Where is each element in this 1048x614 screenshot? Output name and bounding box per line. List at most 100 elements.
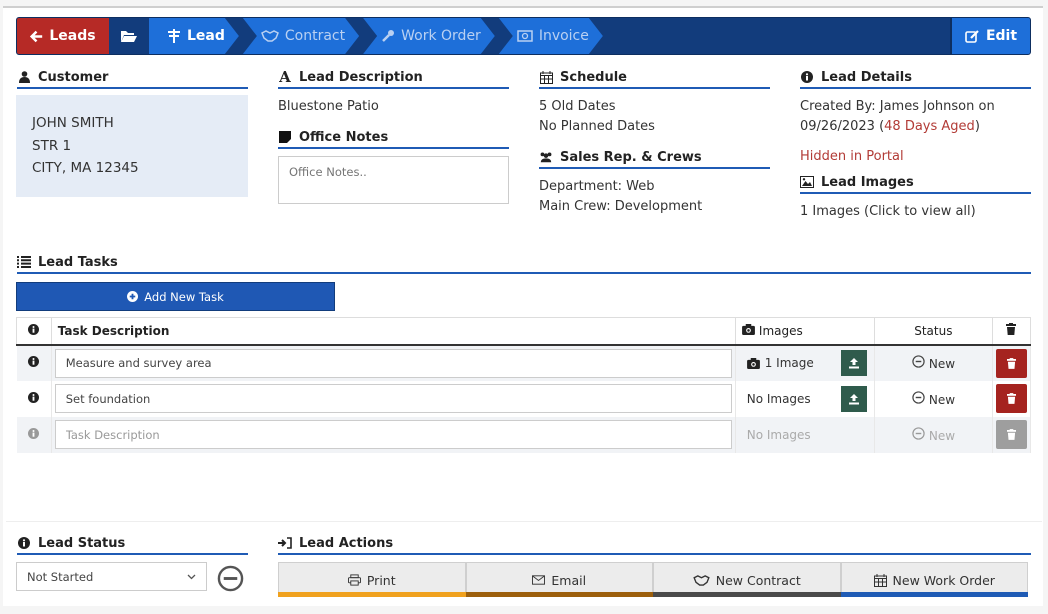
customer-street: STR 1 (32, 137, 72, 154)
lead-status-selected: Not Started (27, 569, 94, 584)
created-date-line: 09/26/2023 (48 Days Aged) (800, 119, 980, 134)
wrench-icon (381, 29, 395, 43)
handshake-icon (261, 30, 279, 42)
task-info-cell (16, 416, 52, 453)
department-value: Department: Web (539, 179, 655, 194)
crumb-contract-label: Contract (284, 28, 346, 44)
info-circle-icon (17, 537, 31, 549)
crumb-invoice[interactable]: Invoice (499, 18, 603, 54)
money-bill-icon (517, 30, 533, 42)
created-date: 09/26/2023 (800, 119, 875, 134)
add-new-task-button[interactable]: Add New Task (16, 282, 335, 311)
lead-tasks-heading: Lead Tasks (17, 252, 1031, 274)
crumb-invoice-label: Invoice (538, 28, 589, 44)
lead-details-heading-text: Lead Details (821, 69, 912, 85)
crumb-lead[interactable]: Lead (149, 18, 239, 54)
info-circle-icon[interactable] (28, 391, 40, 403)
images-column-label: Images (758, 323, 803, 338)
customer-city: CITY, MA 12345 (32, 160, 139, 176)
schedule-heading-text: Schedule (560, 69, 627, 85)
user-icon (17, 71, 31, 83)
sign-in-icon (278, 537, 292, 549)
task-description-cell (51, 416, 736, 453)
lead-details-heading: Lead Details (800, 67, 1031, 89)
task-description-input[interactable] (54, 384, 732, 413)
lead-description-heading-text: Lead Description (299, 69, 423, 85)
task-description-cell (51, 344, 736, 381)
email-button[interactable]: Email (465, 562, 653, 597)
minus-circle-icon (911, 355, 925, 368)
new-work-order-button[interactable]: New Work Order (840, 562, 1028, 597)
lead-images-link[interactable]: 1 Images (Click to view all) (800, 202, 976, 222)
lead-description-heading: A Lead Description (278, 67, 509, 89)
crumb-contract[interactable]: Contract (243, 18, 359, 54)
minus-circle-status-icon[interactable] (217, 565, 244, 592)
info-circle-icon (28, 323, 40, 335)
camera-icon (741, 323, 755, 335)
edit-label: Edit (985, 28, 1018, 44)
delete-task-button[interactable] (995, 348, 1027, 378)
schedule-planned-dates: No Planned Dates (539, 119, 655, 134)
envelope-icon (532, 575, 546, 585)
task-images-count: 1 Image (764, 356, 814, 370)
task-description-cell (51, 380, 736, 417)
add-new-task-label: Add New Task (144, 289, 224, 304)
upload-image-button[interactable] (840, 350, 867, 376)
info-circle-icon[interactable] (28, 356, 40, 367)
status-column-header: Status (873, 317, 993, 346)
images-column-header: Images (734, 317, 875, 346)
info-circle-icon (28, 427, 40, 439)
task-info-cell (16, 344, 52, 381)
arrow-left-icon (30, 30, 43, 42)
print-label: Print (366, 572, 396, 588)
calendar-icon (873, 573, 887, 587)
crumb-lead-label: Lead (187, 28, 225, 44)
crumb-work-order[interactable]: Work Order (363, 18, 495, 54)
task-description-input[interactable] (54, 348, 732, 378)
customer-heading: Customer (17, 67, 248, 89)
print-icon (347, 574, 361, 586)
calendar-icon (539, 70, 553, 84)
lead-description-value: Bluestone Patio (278, 99, 379, 114)
upload-image-button[interactable] (840, 385, 867, 412)
new-contract-button[interactable]: New Contract (653, 562, 841, 597)
minus-circle-icon (911, 390, 925, 404)
created-by-text: Created By: James Johnson on (800, 99, 995, 114)
trash-icon (1006, 429, 1016, 440)
new-task-description-input[interactable] (54, 420, 732, 449)
sales-crews-heading-text: Sales Rep. & Crews (560, 149, 702, 165)
task-images-cell: No Images (735, 380, 875, 417)
back-to-leads-button[interactable]: Leads (17, 18, 109, 54)
new-contract-label: New Contract (715, 572, 801, 588)
customer-address-box: JOHN SMITH STR 1 CITY, MA 12345 (16, 95, 248, 197)
days-aged: 48 Days Aged (884, 119, 975, 134)
folder-button[interactable] (109, 18, 149, 54)
lead-actions-heading: Lead Actions (278, 533, 1031, 555)
lead-status-select[interactable]: Not Started (16, 562, 207, 591)
office-notes-heading-text: Office Notes (299, 129, 389, 145)
task-info-cell (16, 380, 52, 417)
tasks-table: Task Description Images Status 1 Image (16, 317, 1032, 453)
task-description-column-header: Task Description (50, 317, 736, 346)
task-images-cell: 1 Image (735, 344, 875, 381)
lead-navigation-bar: Leads Lead Contract Work Order Invoice E… (16, 17, 1031, 55)
edit-button[interactable]: Edit (950, 18, 1030, 54)
section-divider (6, 521, 1042, 522)
task-delete-cell (992, 416, 1032, 453)
print-button[interactable]: Print (278, 562, 466, 597)
task-images-count: No Images (746, 427, 811, 442)
crumb-work-order-label: Work Order (401, 28, 481, 44)
main-crew-value: Main Crew: Development (539, 199, 703, 214)
office-notes-input[interactable] (278, 156, 509, 204)
new-task-row: No Images New (16, 416, 1032, 453)
task-row: 1 Image New (16, 344, 1032, 381)
customer-heading-text: Customer (38, 69, 109, 85)
new-work-order-label: New Work Order (892, 572, 995, 588)
delete-task-button[interactable] (995, 384, 1027, 413)
task-delete-cell (992, 380, 1032, 417)
office-notes-heading: Office Notes (278, 127, 509, 149)
folder-open-icon (121, 31, 137, 42)
info-circle-icon (800, 71, 814, 83)
task-images-link[interactable]: 1 Image (746, 356, 814, 370)
